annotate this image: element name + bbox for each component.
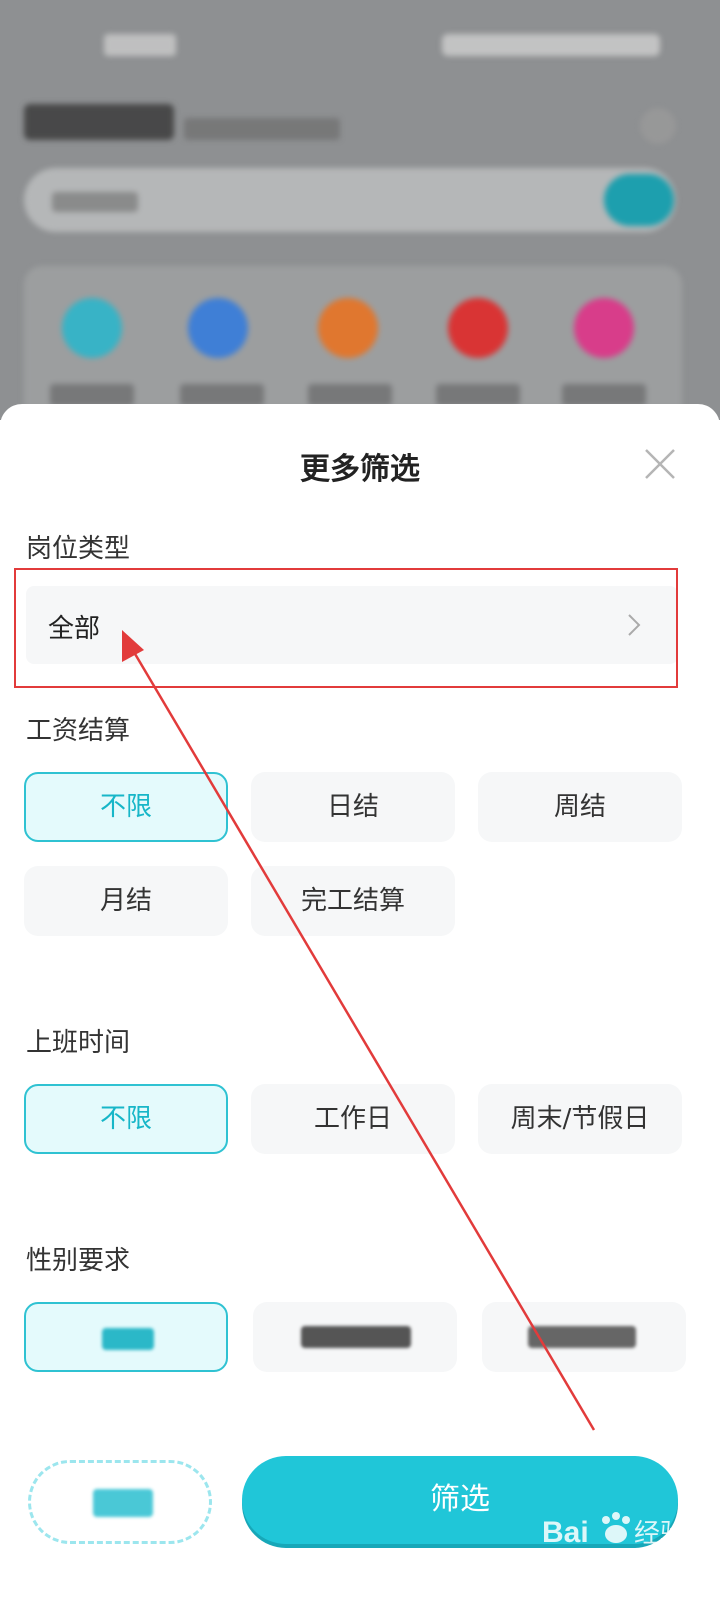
- background-category-icon: [448, 298, 508, 358]
- background-search-text: [52, 192, 138, 212]
- background-blur-layer: [0, 0, 720, 420]
- reset-button[interactable]: [28, 1460, 212, 1544]
- job-type-value: 全部: [48, 614, 101, 644]
- background-headset-icon: [640, 108, 676, 144]
- background-category-label: [308, 384, 392, 406]
- baidu-jingyan-watermark: Bai 经验 jingyan.baidu.com: [542, 1512, 686, 1567]
- blurred-text: [528, 1326, 636, 1348]
- watermark-url: jingyan.baidu.com: [545, 1553, 657, 1567]
- chevron-right-icon: [628, 614, 641, 636]
- gender-label: 性别要求: [26, 1246, 131, 1276]
- paw-icon: [605, 1525, 627, 1543]
- background-category-icon: [188, 298, 248, 358]
- salary-option-monthly[interactable]: 月结: [24, 866, 228, 936]
- gender-option-blurred[interactable]: [24, 1302, 228, 1372]
- background-search-button: [604, 174, 674, 226]
- work-time-label: 上班时间: [26, 1028, 131, 1058]
- background-category-label: [436, 384, 520, 406]
- watermark-cn: 经验: [634, 1519, 686, 1549]
- close-icon[interactable]: [642, 446, 678, 482]
- background-category-icon: [62, 298, 122, 358]
- gender-option-blurred[interactable]: [253, 1302, 457, 1372]
- job-type-select[interactable]: 全部: [26, 586, 678, 664]
- blurred-text: [93, 1489, 153, 1517]
- paw-icon: [602, 1516, 610, 1524]
- salary-option-weekly[interactable]: 周结: [478, 772, 682, 842]
- paw-icon: [622, 1516, 630, 1524]
- salary-option-on-completion[interactable]: 完工结算: [251, 866, 455, 936]
- blurred-text: [301, 1326, 411, 1348]
- work-time-option-workday[interactable]: 工作日: [251, 1084, 455, 1154]
- background-app-subtitle: [184, 118, 340, 140]
- work-time-option-weekend-holiday[interactable]: 周末/节假日: [478, 1084, 682, 1154]
- more-filters-sheet: 更多筛选 岗位类型 全部 工资结算 不限 日结 周结 月结 完工结算 上班时间 …: [0, 404, 720, 1600]
- salary-option-daily[interactable]: 日结: [251, 772, 455, 842]
- status-bar-icons: [442, 34, 660, 56]
- background-category-label: [180, 384, 264, 406]
- work-time-option-unlimited[interactable]: 不限: [24, 1084, 228, 1154]
- paw-icon: [612, 1512, 620, 1520]
- gender-option-blurred[interactable]: [482, 1302, 686, 1372]
- job-type-label: 岗位类型: [26, 534, 131, 564]
- background-app-title: [24, 104, 174, 140]
- sheet-title: 更多筛选: [300, 452, 420, 487]
- salary-option-unlimited[interactable]: 不限: [24, 772, 228, 842]
- status-bar-time: [104, 34, 176, 56]
- background-category-label: [562, 384, 646, 406]
- blurred-text: [102, 1328, 154, 1350]
- background-app: [0, 0, 720, 420]
- background-category-icon: [318, 298, 378, 358]
- background-category-icon: [574, 298, 634, 358]
- salary-settlement-label: 工资结算: [26, 716, 131, 746]
- watermark-brand: Bai: [542, 1516, 589, 1549]
- background-category-label: [50, 384, 134, 406]
